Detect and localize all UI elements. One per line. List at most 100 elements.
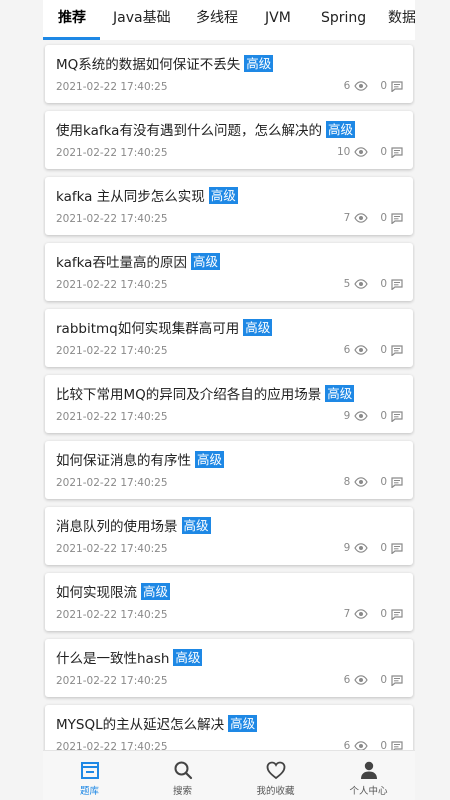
comment-count: 0 bbox=[380, 212, 387, 224]
question-title: 使用kafka有没有遇到什么问题，怎么解决的 bbox=[56, 123, 322, 139]
comment-count: 0 bbox=[380, 80, 387, 92]
question-card[interactable]: 比较下常用MQ的异同及介绍各自的应用场景 高级 2021-02-22 17:40:… bbox=[45, 375, 413, 433]
tab-java-basics[interactable]: Java基础 bbox=[113, 0, 171, 40]
comment-count: 0 bbox=[380, 674, 387, 686]
tab-spring[interactable]: Spring bbox=[321, 0, 366, 40]
level-badge: 高级 bbox=[228, 715, 258, 732]
question-title-line: 如何保证消息的有序性 高级 bbox=[56, 449, 225, 469]
question-title: 比较下常用MQ的异同及介绍各自的应用场景 bbox=[56, 387, 322, 403]
view-count: 6 bbox=[343, 344, 351, 356]
view-count: 7 bbox=[343, 212, 351, 224]
view-count: 7 bbox=[343, 608, 351, 620]
eye-icon bbox=[354, 213, 369, 223]
question-timestamp: 2021-02-22 17:40:25 bbox=[56, 213, 168, 225]
question-timestamp: 2021-02-22 17:40:25 bbox=[56, 675, 168, 687]
level-badge: 高级 bbox=[173, 649, 203, 666]
question-title: kafka 主从同步怎么实现 bbox=[56, 189, 205, 205]
question-card[interactable]: rabbitmq如何实现集群高可用 高级 2021-02-22 17:40:25 … bbox=[45, 309, 413, 367]
nav-search[interactable]: 搜索 bbox=[136, 751, 229, 800]
question-card[interactable]: 消息队列的使用场景 高级 2021-02-22 17:40:25 9 0 bbox=[45, 507, 413, 565]
question-title: 什么是一致性hash bbox=[56, 651, 170, 667]
question-card[interactable]: MQ系统的数据如何保证不丢失 高级 2021-02-22 17:40:25 6 0 bbox=[45, 45, 413, 103]
eye-icon bbox=[354, 741, 369, 750]
eye-icon bbox=[354, 543, 369, 553]
eye-icon bbox=[354, 411, 369, 421]
question-title-line: 使用kafka有没有遇到什么问题，怎么解决的 高级 bbox=[56, 119, 355, 139]
question-card[interactable]: 如何保证消息的有序性 高级 2021-02-22 17:40:25 8 0 bbox=[45, 441, 413, 499]
comment-icon bbox=[391, 542, 403, 554]
person-icon bbox=[358, 759, 380, 781]
question-stats: 8 0 bbox=[344, 474, 403, 490]
view-count: 10 bbox=[336, 146, 351, 158]
view-count: 6 bbox=[343, 740, 351, 750]
eye-icon bbox=[354, 345, 369, 355]
eye-icon bbox=[354, 147, 369, 157]
question-timestamp: 2021-02-22 17:40:25 bbox=[56, 609, 168, 621]
nav-label: 搜索 bbox=[172, 786, 192, 797]
question-timestamp: 2021-02-22 17:40:25 bbox=[56, 741, 168, 750]
question-stats: 5 0 bbox=[344, 276, 403, 292]
question-title-line: MYSQL的主从延迟怎么解决 高级 bbox=[56, 713, 258, 733]
question-title: kafka吞吐量高的原因 bbox=[56, 255, 187, 271]
question-title-line: 什么是一致性hash 高级 bbox=[56, 647, 203, 667]
question-title-line: 如何实现限流 高级 bbox=[56, 581, 171, 601]
comment-count: 0 bbox=[380, 278, 387, 290]
question-timestamp: 2021-02-22 17:40:25 bbox=[56, 81, 168, 93]
nav-label: 个人中心 bbox=[349, 786, 388, 797]
nav-question-bank[interactable]: 题库 bbox=[43, 751, 136, 800]
question-card[interactable]: kafka 主从同步怎么实现 高级 2021-02-22 17:40:25 7 0 bbox=[45, 177, 413, 235]
comment-icon bbox=[391, 410, 403, 422]
question-title-line: 消息队列的使用场景 高级 bbox=[56, 515, 211, 535]
question-card[interactable]: MYSQL的主从延迟怎么解决 高级 2021-02-22 17:40:25 6 0 bbox=[45, 705, 413, 750]
question-stats: 10 0 bbox=[337, 144, 403, 160]
view-count: 5 bbox=[343, 278, 351, 290]
comment-count: 0 bbox=[380, 146, 387, 158]
eye-icon bbox=[354, 609, 369, 619]
question-stats: 7 0 bbox=[344, 606, 403, 622]
tab-multithreading[interactable]: 多线程 bbox=[196, 0, 238, 40]
bottom-navigation: 题库 搜索 我的收藏 个人中心 bbox=[43, 750, 415, 800]
comment-icon bbox=[391, 740, 403, 750]
view-count: 9 bbox=[343, 410, 351, 422]
view-count: 6 bbox=[343, 80, 351, 92]
level-badge: 高级 bbox=[190, 253, 220, 270]
category-tab-bar: 推荐 Java基础 多线程 JVM Spring 数据 bbox=[43, 0, 415, 40]
tab-jvm[interactable]: JVM bbox=[265, 0, 291, 40]
question-title: 消息队列的使用场景 bbox=[56, 519, 178, 535]
eye-icon bbox=[354, 81, 369, 91]
question-timestamp: 2021-02-22 17:40:25 bbox=[56, 477, 168, 489]
comment-icon bbox=[391, 212, 403, 224]
question-timestamp: 2021-02-22 17:40:25 bbox=[56, 147, 168, 159]
question-stats: 9 0 bbox=[344, 408, 403, 424]
level-badge: 高级 bbox=[181, 517, 211, 534]
view-count: 8 bbox=[343, 476, 351, 488]
comment-count: 0 bbox=[380, 608, 387, 620]
nav-label: 我的收藏 bbox=[256, 786, 295, 797]
comment-icon bbox=[391, 146, 403, 158]
comment-count: 0 bbox=[380, 542, 387, 554]
question-title-line: kafka 主从同步怎么实现 高级 bbox=[56, 185, 238, 205]
comment-count: 0 bbox=[380, 410, 387, 422]
comment-icon bbox=[391, 278, 403, 290]
tab-database[interactable]: 数据 bbox=[388, 0, 415, 40]
question-title: rabbitmq如何实现集群高可用 bbox=[56, 321, 240, 337]
question-card[interactable]: 什么是一致性hash 高级 2021-02-22 17:40:25 6 0 bbox=[45, 639, 413, 697]
question-timestamp: 2021-02-22 17:40:25 bbox=[56, 345, 168, 357]
question-title: MQ系统的数据如何保证不丢失 bbox=[56, 57, 241, 73]
question-card[interactable]: 如何实现限流 高级 2021-02-22 17:40:25 7 0 bbox=[45, 573, 413, 631]
question-stats: 6 0 bbox=[344, 738, 403, 750]
nav-favorites[interactable]: 我的收藏 bbox=[229, 751, 322, 800]
comment-count: 0 bbox=[380, 740, 387, 750]
nav-profile[interactable]: 个人中心 bbox=[322, 751, 415, 800]
comment-count: 0 bbox=[380, 476, 387, 488]
question-title: MYSQL的主从延迟怎么解决 bbox=[56, 717, 225, 733]
tab-recommend[interactable]: 推荐 bbox=[58, 0, 86, 40]
question-title: 如何实现限流 bbox=[56, 585, 137, 601]
question-card[interactable]: 使用kafka有没有遇到什么问题，怎么解决的 高级 2021-02-22 17:4… bbox=[45, 111, 413, 169]
question-list: MQ系统的数据如何保证不丢失 高级 2021-02-22 17:40:25 6 0… bbox=[43, 40, 415, 750]
level-badge: 高级 bbox=[325, 385, 355, 402]
question-title-line: rabbitmq如何实现集群高可用 高级 bbox=[56, 317, 273, 337]
level-badge: 高级 bbox=[195, 451, 225, 468]
question-title-line: 比较下常用MQ的异同及介绍各自的应用场景 高级 bbox=[56, 383, 355, 403]
question-card[interactable]: kafka吞吐量高的原因 高级 2021-02-22 17:40:25 5 0 bbox=[45, 243, 413, 301]
